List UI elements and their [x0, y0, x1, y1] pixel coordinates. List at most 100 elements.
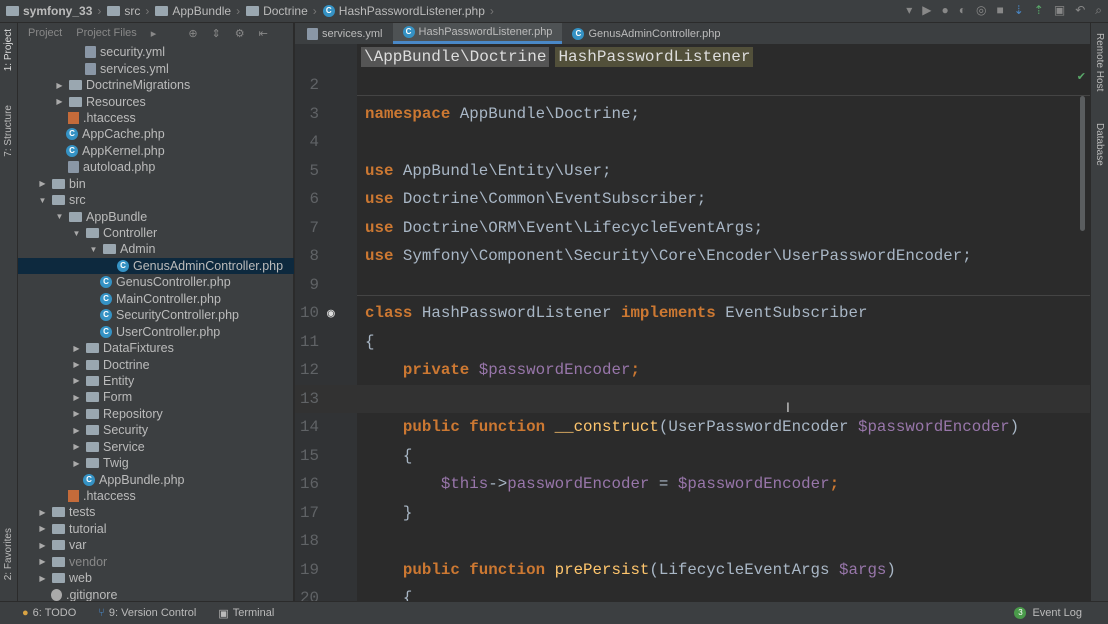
- breadcrumb-file[interactable]: C HashPasswordListener.php ›: [322, 4, 494, 18]
- tree-item[interactable]: C GenusAdminController.php: [18, 257, 294, 275]
- locate-icon[interactable]: ⊕: [188, 27, 197, 40]
- collapsed-arrow-icon[interactable]: ▶: [36, 508, 49, 517]
- collapsed-arrow-icon[interactable]: ▶: [36, 179, 49, 188]
- tree-item[interactable]: C MainController.php: [18, 291, 294, 307]
- event-log-button[interactable]: 3 Event Log: [1014, 607, 1082, 619]
- tree-item[interactable]: ▼ AppBundle: [18, 208, 294, 224]
- expanded-arrow-icon[interactable]: ▼: [36, 196, 49, 205]
- collapsed-arrow-icon[interactable]: ▶: [36, 541, 49, 550]
- terminal-button[interactable]: ▣ Terminal: [218, 607, 274, 620]
- tree-item[interactable]: C AppCache.php: [18, 126, 294, 142]
- profile-icon[interactable]: ◎: [976, 3, 986, 18]
- revert-icon[interactable]: ↶: [1075, 3, 1085, 18]
- expanded-arrow-icon[interactable]: ▼: [53, 212, 66, 221]
- collapsed-arrow-icon[interactable]: ▶: [70, 459, 83, 468]
- collapsed-arrow-icon[interactable]: ▶: [36, 574, 49, 583]
- code-text: private $passwordEncoder;: [365, 361, 640, 379]
- tree-item[interactable]: ▶ Security: [18, 422, 294, 438]
- editor-tab[interactable]: C GenusAdminController.php: [562, 23, 730, 44]
- tree-item[interactable]: .htaccess: [18, 488, 294, 504]
- collapsed-arrow-icon[interactable]: ▶: [53, 81, 66, 90]
- collapsed-arrow-icon[interactable]: ▶: [36, 557, 49, 566]
- tree-item[interactable]: ▶ tutorial: [18, 521, 294, 537]
- tree-item[interactable]: ▶ web: [18, 570, 294, 586]
- code-line: 10 class HashPasswordListener implements …: [295, 299, 1090, 328]
- tree-item[interactable]: ▶ vendor: [18, 554, 294, 570]
- tree-item[interactable]: C AppBundle.php: [18, 471, 294, 487]
- todo-button[interactable]: ● 6: TODO: [22, 607, 76, 619]
- run-icon[interactable]: ▶: [922, 3, 931, 18]
- run-config-dropdown[interactable]: ▾: [906, 3, 912, 18]
- class-crumb[interactable]: HashPasswordListener: [555, 47, 754, 67]
- tree-item[interactable]: ▶ tests: [18, 504, 294, 520]
- tree-item[interactable]: ▶ DoctrineMigrations: [18, 77, 294, 93]
- expanded-arrow-icon[interactable]: ▼: [70, 229, 83, 238]
- collapsed-arrow-icon[interactable]: ▶: [53, 97, 66, 106]
- editor-scrollbar[interactable]: [1080, 96, 1085, 231]
- project-tool-button[interactable]: 1: Project: [3, 29, 14, 71]
- tree-item[interactable]: C AppKernel.php: [18, 143, 294, 159]
- expanded-arrow-icon[interactable]: ▼: [87, 245, 100, 254]
- tree-item[interactable]: ▶ bin: [18, 176, 294, 192]
- tree-item[interactable]: ▶ Form: [18, 389, 294, 405]
- collapsed-arrow-icon[interactable]: ▶: [70, 360, 83, 369]
- tree-item[interactable]: ▶ Twig: [18, 455, 294, 471]
- favorites-tool-button[interactable]: 2: Favorites: [3, 528, 14, 580]
- tree-item[interactable]: ▶ Doctrine: [18, 356, 294, 372]
- breadcrumb-doctrine[interactable]: Doctrine ›: [246, 4, 317, 18]
- implements-gutter-icon[interactable]: ◉: [327, 306, 335, 321]
- tree-item[interactable]: C GenusController.php: [18, 274, 294, 290]
- namespace-crumb[interactable]: \AppBundle\Doctrine: [361, 47, 550, 67]
- tree-item[interactable]: ▶ Repository: [18, 406, 294, 422]
- vcs-commit-icon[interactable]: ⇡: [1034, 3, 1044, 18]
- tree-item[interactable]: ▼ Controller: [18, 225, 294, 241]
- collapsed-arrow-icon[interactable]: ▶: [70, 344, 83, 353]
- version-control-button[interactable]: ⑂ 9: Version Control: [98, 607, 196, 619]
- database-tool-button[interactable]: Database: [1094, 123, 1105, 166]
- tab-project[interactable]: Project: [28, 27, 62, 39]
- settings-icon[interactable]: ⚙: [235, 27, 245, 40]
- breadcrumb-src[interactable]: src ›: [107, 4, 149, 18]
- vcs-update-icon[interactable]: ⇣: [1014, 3, 1024, 18]
- tree-item[interactable]: ▶ Resources: [18, 93, 294, 109]
- more-tabs-icon[interactable]: ▸: [151, 27, 157, 40]
- breadcrumb-project[interactable]: symfony_33 ›: [6, 4, 101, 18]
- code-editor[interactable]: \AppBundle\Doctrine HashPasswordListener…: [295, 44, 1090, 601]
- tab-project-files[interactable]: Project Files: [76, 27, 137, 39]
- structure-tool-button[interactable]: 7: Structure: [3, 105, 14, 157]
- tree-item[interactable]: ▶ Entity: [18, 373, 294, 389]
- collapse-icon[interactable]: ⇕: [212, 27, 221, 40]
- debug-icon[interactable]: ●: [942, 3, 949, 18]
- collapsed-arrow-icon[interactable]: ▶: [70, 393, 83, 402]
- tree-item[interactable]: .htaccess: [18, 110, 294, 126]
- line-number: 9: [309, 275, 319, 294]
- terminal-icon: ▣: [218, 607, 229, 620]
- tree-item[interactable]: ▶ DataFixtures: [18, 340, 294, 356]
- collapsed-arrow-icon[interactable]: ▶: [70, 442, 83, 451]
- editor-tab[interactable]: services.yml: [295, 23, 393, 44]
- remote-host-tool-button[interactable]: Remote Host: [1094, 33, 1105, 91]
- hide-icon[interactable]: ⇤: [259, 27, 268, 40]
- tree-item[interactable]: services.yml: [18, 60, 294, 76]
- tree-item[interactable]: ▶ Service: [18, 439, 294, 455]
- collapsed-arrow-icon[interactable]: ▶: [70, 426, 83, 435]
- tree-item[interactable]: ▼ src: [18, 192, 294, 208]
- vcs-history-icon[interactable]: ▣: [1054, 3, 1065, 18]
- tree-item[interactable]: autoload.php: [18, 159, 294, 175]
- stop-icon[interactable]: ■: [996, 3, 1003, 18]
- tree-item[interactable]: security.yml: [18, 44, 294, 60]
- tree-item[interactable]: ▼ Admin: [18, 241, 294, 257]
- editor-tab[interactable]: C HashPasswordListener.php: [392, 23, 563, 44]
- collapsed-arrow-icon[interactable]: ▶: [36, 524, 49, 533]
- collapsed-arrow-icon[interactable]: ▶: [70, 376, 83, 385]
- coverage-icon[interactable]: ◐: [959, 3, 966, 18]
- tree-item[interactable]: C UserController.php: [18, 323, 294, 339]
- tree-item[interactable]: ▶ var: [18, 537, 294, 553]
- tree-item[interactable]: C SecurityController.php: [18, 307, 294, 323]
- breadcrumb-appbundle[interactable]: AppBundle ›: [155, 4, 240, 18]
- search-everywhere-icon[interactable]: ⌕: [1095, 3, 1102, 18]
- collapsed-arrow-icon[interactable]: ▶: [70, 409, 83, 418]
